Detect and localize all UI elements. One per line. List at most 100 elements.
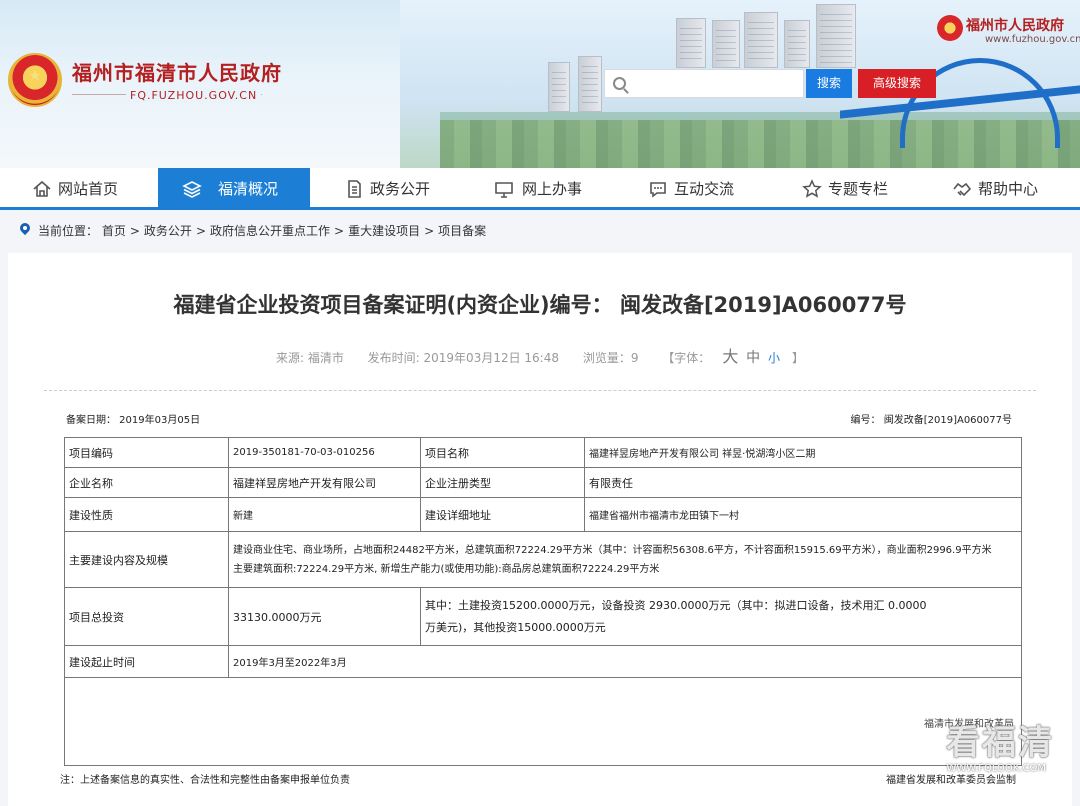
fuzhou-gov-domain: www.fuzhou.gov.cn	[985, 34, 1080, 45]
nav-item-special-topics[interactable]: 专题专栏	[792, 168, 922, 210]
font-small-button[interactable]: 小	[768, 351, 780, 365]
table-row: 建设起止时间 2019年3月至2022年3月	[64, 645, 1022, 678]
site-title[interactable]: 福州市福清市人民政府	[72, 57, 282, 86]
nav-item-online-service[interactable]: 网上办事	[484, 168, 614, 210]
nav-label: 政务公开	[370, 180, 431, 198]
article-meta: 来源: 福清市 发布时间: 2019年03月12日 16:48 浏览量：9 【字…	[8, 343, 1072, 367]
certificate-note: 注：上述备案信息的真实性、合法性和完整性由备案申报单位负责	[60, 775, 350, 786]
cell-label: 建设起止时间	[64, 645, 229, 678]
cell-label: 建设性质	[64, 497, 229, 532]
cell-label: 企业名称	[64, 467, 229, 498]
cell-value: 其中：土建投资15200.0000万元，设备投资 2930.0000万元（其中：…	[420, 587, 1022, 646]
building	[744, 12, 778, 68]
nav-label: 网站首页	[58, 180, 119, 198]
font-large-button[interactable]: 大	[722, 347, 738, 366]
certificate-number: 编号： 闽发改备[2019]A060077号	[850, 415, 1012, 426]
table-row: 项目总投资 33130.0000万元 其中：土建投资15200.0000万元，设…	[64, 587, 1022, 646]
location-pin-icon	[20, 223, 30, 237]
building	[676, 18, 706, 68]
table-row: 企业名称 福建祥昱房地产开发有限公司 企业注册类型 有限责任	[64, 467, 1022, 498]
breadcrumb-separator: >	[195, 224, 206, 238]
nav-item-interaction[interactable]: 互动交流	[638, 168, 768, 210]
nav-label: 互动交流	[674, 180, 735, 198]
handshake-icon	[953, 182, 972, 197]
content-line: 主要建筑面积:72224.29平方米, 新增生产能力(或使用功能):商品房总建筑…	[233, 563, 660, 575]
record-date: 备案日期： 2019年03月05日	[66, 415, 201, 426]
font-size-control: 【字体： 大 中 小】	[652, 347, 814, 366]
layers-icon	[182, 181, 202, 198]
cell-value: 2019-350181-70-03-010256	[228, 437, 421, 468]
stamp-cell	[64, 677, 1022, 766]
monitor-icon	[495, 182, 513, 198]
advanced-search-button[interactable]: 高级搜索	[858, 69, 936, 98]
certificate-image: 备案日期： 2019年03月05日 编号： 闽发改备[2019]A060077号…	[54, 403, 1026, 801]
table-row	[64, 677, 1022, 766]
breadcrumb-separator: >	[424, 224, 435, 238]
cell-value: 有限责任	[584, 467, 1022, 498]
cell-label: 项目名称	[420, 437, 585, 468]
chat-icon	[650, 182, 666, 198]
article-published: 发布时间: 2019年03月12日 16:48	[367, 351, 559, 365]
nav-item-overview[interactable]: 福清概况	[158, 168, 310, 210]
breadcrumb-item[interactable]: 项目备案	[438, 224, 486, 238]
table-row: 项目编码 2019-350181-70-03-010256 项目名称 福建祥昱房…	[64, 437, 1022, 468]
nav-item-home[interactable]: 网站首页	[22, 168, 152, 210]
cell-label: 主要建设内容及规模	[64, 531, 229, 588]
building	[816, 4, 856, 68]
cell-value: 33130.0000万元	[228, 587, 421, 646]
breadcrumb-item[interactable]: 政府信息公开重点工作	[210, 224, 330, 238]
search-icon	[613, 77, 626, 90]
breadcrumb-separator: >	[129, 224, 140, 238]
document-icon	[348, 180, 361, 198]
cell-value: 建设商业住宅、商业场所，占地面积24482平方米，总建筑面积72224.29平方…	[228, 531, 1022, 588]
table-row: 主要建设内容及规模 建设商业住宅、商业场所，占地面积24482平方米，总建筑面积…	[64, 531, 1022, 588]
font-size-label: 【字体：	[662, 351, 711, 365]
table-row: 建设性质 新建 建设详细地址 福建省福州市福清市龙田镇下一村	[64, 497, 1022, 532]
investment-line: 万美元)，其他投资15000.0000万元	[425, 620, 606, 634]
breadcrumb-prefix: 当前位置：	[38, 224, 99, 238]
watermark-logo: 看福清	[946, 723, 1054, 763]
divider	[44, 390, 1036, 391]
cell-value: 2019年3月至2022年3月	[228, 645, 1022, 678]
building	[548, 62, 570, 112]
building	[712, 20, 740, 68]
breadcrumb-item[interactable]: 重大建设项目	[348, 224, 420, 238]
cell-label: 建设详细地址	[420, 497, 585, 532]
home-icon	[33, 180, 51, 197]
cell-label: 项目总投资	[64, 587, 229, 646]
cell-value: 福建祥昱房地产开发有限公司 祥昱·悦湖湾小区二期	[584, 437, 1022, 468]
breadcrumb-item[interactable]: 首页	[102, 224, 126, 238]
certificate-table: 项目编码 2019-350181-70-03-010256 项目名称 福建祥昱房…	[64, 437, 1022, 766]
nav-item-gov-info[interactable]: 政务公开	[334, 168, 464, 210]
search-box	[604, 69, 804, 98]
main-nav: 网站首页 福清概况 政务公开 网上办事 互动交流 专题专栏 帮助中心	[0, 168, 1080, 210]
nav-label: 专题专栏	[828, 180, 889, 198]
article-title: 福建省企业投资项目备案证明(内资企业)编号： 闽发改备[2019]A060077…	[173, 293, 907, 317]
building	[578, 56, 602, 112]
nav-label: 福清概况	[218, 180, 279, 198]
nav-item-help[interactable]: 帮助中心	[942, 168, 1072, 210]
nav-label: 网上办事	[522, 180, 583, 198]
article-panel: 福建省企业投资项目备案证明(内资企业)编号： 闽发改备[2019]A060077…	[8, 253, 1072, 806]
search-input[interactable]	[633, 73, 801, 94]
font-medium-button[interactable]: 中	[746, 350, 760, 366]
cell-value: 福建省福州市福清市龙田镇下一村	[584, 497, 1022, 532]
site-domain: FQ.FUZHOU.GOV.CN	[126, 89, 262, 102]
article-source: 来源: 福清市	[275, 351, 344, 365]
investment-line: 其中：土建投资15200.0000万元，设备投资 2930.0000万元（其中：…	[425, 598, 927, 612]
emblem-icon	[937, 15, 963, 41]
breadcrumb-item[interactable]: 政务公开	[144, 224, 192, 238]
site-header: ★ 福州市福清市人民政府 FQ.FUZHOU.GOV.CN 福州市人民政府 ww…	[0, 0, 1080, 168]
cell-value: 福建祥昱房地产开发有限公司	[228, 467, 421, 498]
font-size-end: 】	[792, 351, 805, 365]
breadcrumb-separator: >	[334, 224, 345, 238]
search-button[interactable]: 搜索	[806, 69, 852, 98]
breadcrumb: 当前位置： 首页 > 政务公开 > 政府信息公开重点工作 > 重大建设项目 > 项目备案	[20, 222, 486, 239]
watermark-url: WWW.FQLOOK.COM	[946, 763, 1047, 774]
fuzhou-gov-link[interactable]: 福州市人民政府	[966, 15, 1064, 35]
national-emblem-icon[interactable]: ★	[8, 53, 62, 107]
content-line: 建设商业住宅、商业场所，占地面积24482平方米，总建筑面积72224.29平方…	[233, 544, 992, 556]
nav-label: 帮助中心	[978, 180, 1039, 198]
cell-label: 项目编码	[64, 437, 229, 468]
cell-value: 新建	[228, 497, 421, 532]
